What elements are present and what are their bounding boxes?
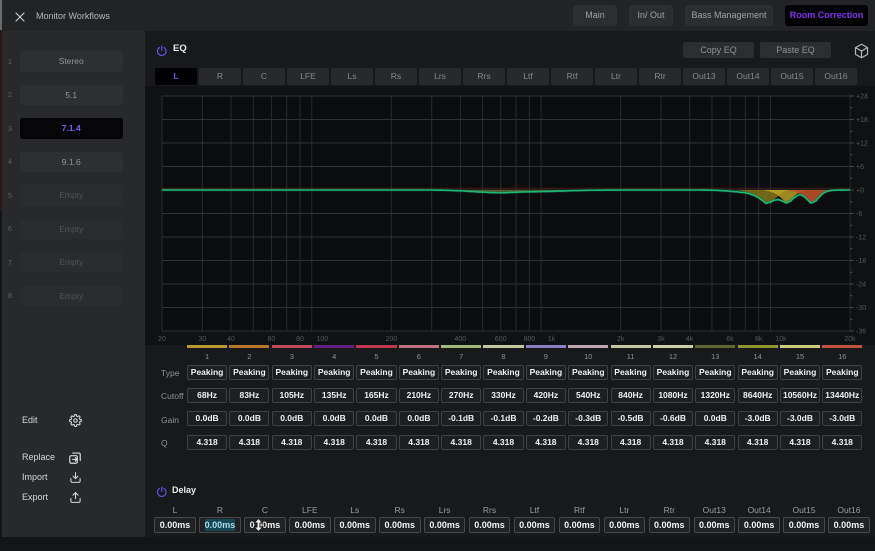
svg-text:+0: +0	[856, 188, 864, 195]
svg-text:20: 20	[158, 336, 166, 343]
svg-text:20k: 20k	[844, 336, 856, 343]
svg-text:+12: +12	[856, 141, 868, 148]
svg-text:6k: 6k	[726, 336, 734, 343]
svg-text:4k: 4k	[686, 336, 694, 343]
svg-text:10k: 10k	[775, 336, 787, 343]
svg-text:-12: -12	[856, 235, 866, 242]
svg-text:200: 200	[385, 336, 397, 343]
svg-text:800: 800	[524, 336, 536, 343]
svg-text:8k: 8k	[755, 336, 763, 343]
svg-text:400: 400	[455, 336, 467, 343]
svg-text:100: 100	[316, 336, 328, 343]
svg-text:-6: -6	[856, 211, 862, 218]
svg-text:30: 30	[198, 336, 206, 343]
svg-text:40: 40	[227, 336, 235, 343]
svg-text:600: 600	[495, 336, 507, 343]
svg-text:2k: 2k	[617, 336, 625, 343]
svg-text:-18: -18	[856, 258, 866, 265]
svg-text:-30: -30	[856, 305, 866, 312]
svg-text:80: 80	[296, 336, 304, 343]
svg-text:-36: -36	[856, 329, 866, 336]
svg-text:1k: 1k	[548, 336, 556, 343]
svg-text:+24: +24	[856, 94, 868, 101]
svg-text:+18: +18	[856, 117, 868, 124]
svg-text:-24: -24	[856, 282, 866, 289]
svg-text:+6: +6	[856, 164, 864, 171]
svg-text:60: 60	[268, 336, 276, 343]
svg-text:3k: 3k	[657, 336, 665, 343]
